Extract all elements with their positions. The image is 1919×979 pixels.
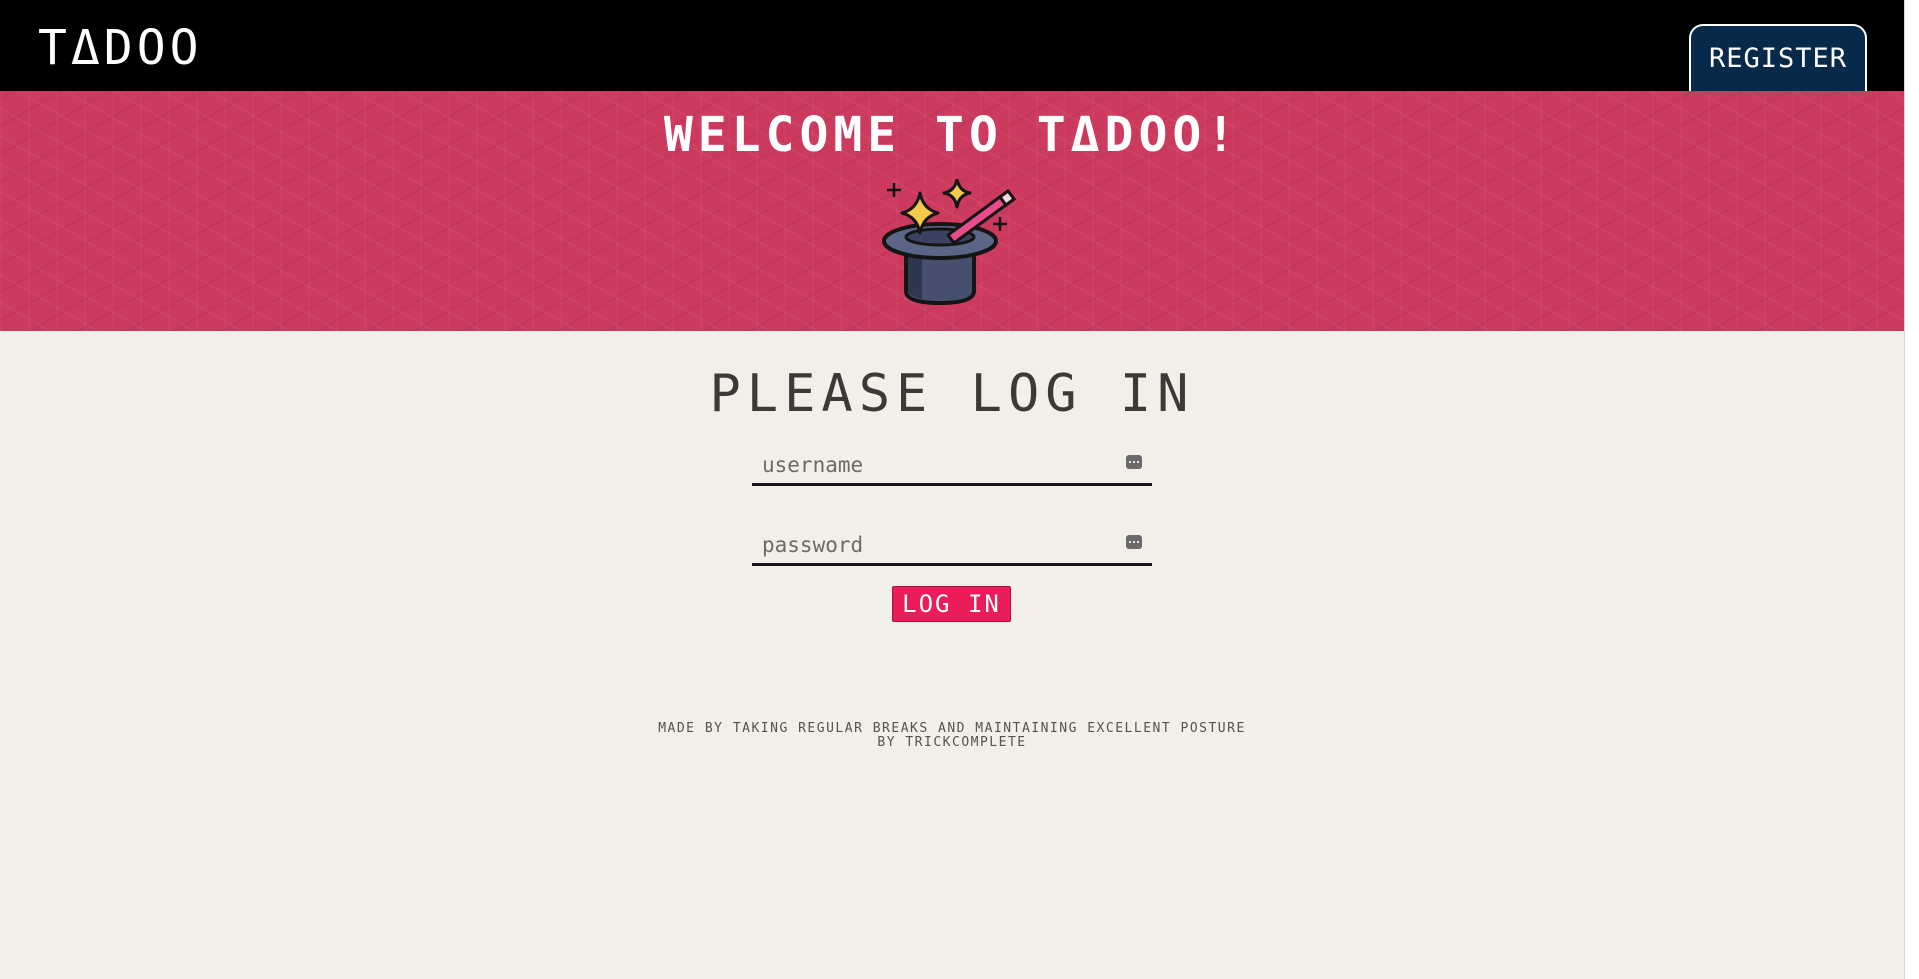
register-button[interactable]: REGISTER: [1689, 24, 1867, 91]
password-manager-key-icon[interactable]: [1126, 455, 1142, 469]
window-scrollbar[interactable]: [1904, 0, 1919, 979]
username-field: [752, 446, 1152, 486]
magic-hat-icon: [882, 179, 1016, 306]
welcome-heading: WELCOME TO TΔDOO!: [663, 107, 1241, 163]
footer: MADE BY TAKING REGULAR BREAKS AND MAINTA…: [0, 722, 1904, 750]
password-manager-key-icon[interactable]: [1126, 535, 1142, 549]
password-field: [752, 526, 1152, 566]
username-input[interactable]: [752, 446, 1112, 483]
login-heading: PLEASE LOG IN: [709, 364, 1195, 424]
footer-author-line: BY TRICKCOMPLETE: [877, 735, 1027, 750]
app-logo[interactable]: TΔDOO: [38, 20, 203, 76]
welcome-banner: WELCOME TO TΔDOO!: [0, 91, 1904, 331]
top-navbar: TΔDOO REGISTER: [0, 0, 1904, 91]
password-input[interactable]: [752, 526, 1112, 563]
login-button[interactable]: LOG IN: [892, 586, 1011, 622]
page: TΔDOO REGISTER WELCOME TO TΔDOO! PLEASE …: [0, 0, 1904, 979]
footer-credit-line: MADE BY TAKING REGULAR BREAKS AND MAINTA…: [658, 721, 1246, 736]
